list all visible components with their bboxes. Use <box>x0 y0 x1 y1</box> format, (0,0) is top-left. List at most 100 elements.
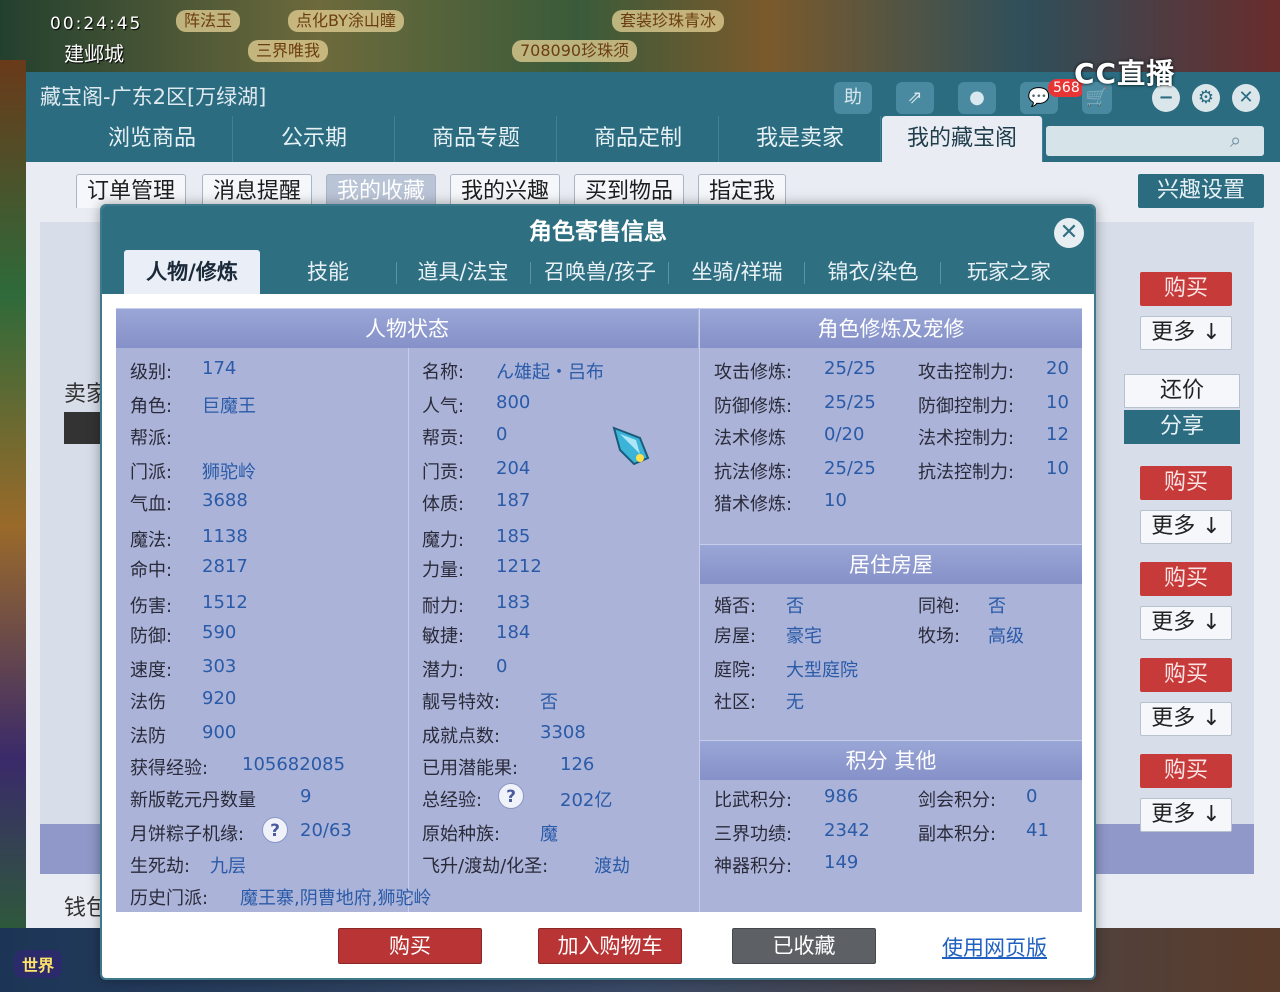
stat-value: 20/63 <box>300 820 352 841</box>
close-icon[interactable]: ✕ <box>1232 84 1260 112</box>
stat-value: 否 <box>540 692 558 713</box>
tab-skills[interactable]: 技能 <box>260 250 396 294</box>
help-icon[interactable]: ? <box>262 817 288 843</box>
help-button[interactable]: 助 <box>834 82 872 114</box>
stat-label: 新版乾元丹数量 <box>130 790 256 811</box>
subtab-assigned[interactable]: 指定我 <box>698 174 787 208</box>
stat-value: 无 <box>786 692 804 713</box>
record-icon[interactable]: ● <box>958 82 996 114</box>
stat-label: 猎术修炼: <box>714 494 793 515</box>
more-button[interactable]: 更多 ↓ <box>1140 606 1232 640</box>
tab-divider <box>940 262 941 284</box>
stat-value: 9 <box>300 786 312 807</box>
stat-value: 900 <box>202 722 237 743</box>
tab-divider <box>530 262 531 284</box>
more-button[interactable]: 更多 ↓ <box>1140 798 1232 832</box>
stat-label: 婚否: <box>714 596 757 617</box>
stat-label: 体质: <box>422 494 465 515</box>
world-chat-button[interactable]: 世界 <box>14 950 63 978</box>
stat-label: 原始种族: <box>422 824 501 845</box>
stat-label: 攻击修炼: <box>714 362 793 383</box>
stat-value: 204 <box>496 458 531 479</box>
subtab-messages[interactable]: 消息提醒 <box>202 174 313 208</box>
stat-row: 靓号特效: 否 <box>422 688 558 714</box>
buy-button[interactable]: 购买 <box>1140 466 1232 500</box>
web-version-link[interactable]: 使用网页版 <box>942 932 1047 962</box>
stat-value: 920 <box>202 688 237 709</box>
stat-label: 剑会积分: <box>918 790 997 811</box>
stat-label: 同袍: <box>918 596 961 617</box>
stat-value: 25/25 <box>824 458 876 479</box>
stat-label: 级别: <box>130 362 173 383</box>
stat-row: 速度: 303 <box>130 656 236 682</box>
tab-home[interactable]: 玩家之家 <box>942 250 1076 294</box>
stat-value: 3688 <box>202 490 248 511</box>
stat-label: 靓号特效: <box>422 692 501 713</box>
subtab-orders[interactable]: 订单管理 <box>76 174 187 208</box>
game-hud-chip: 三界唯我 <box>248 40 329 62</box>
tab-mounts[interactable]: 坐骑/祥瑞 <box>670 250 804 294</box>
nav-my-cbg[interactable]: 我的藏宝阁 <box>882 116 1043 162</box>
stat-value: 590 <box>202 622 237 643</box>
stat-row: 气血: 3688 <box>130 490 248 516</box>
cultivation-row: 防御修炼: 25/25 防御控制力: 10 <box>714 392 1069 418</box>
nav-custom[interactable]: 商品定制 <box>558 116 719 162</box>
more-button[interactable]: 更多 ↓ <box>1140 510 1232 544</box>
cultivation-row: 抗法修炼: 25/25 抗法控制力: 10 <box>714 458 1069 484</box>
stat-row: 已用潜能果: 126 <box>422 754 594 780</box>
stat-value: 187 <box>496 490 531 511</box>
stat-label: 门派: <box>130 462 173 483</box>
buy-button[interactable]: 购买 <box>1140 658 1232 692</box>
cultivation-row: 猎术修炼: 10 <box>714 490 847 516</box>
bargain-button[interactable]: 还价 <box>1124 374 1240 408</box>
search-icon[interactable]: ⌕ <box>1230 128 1241 152</box>
more-button[interactable]: 更多 ↓ <box>1140 702 1232 736</box>
stat-label: 成就点数: <box>422 726 501 747</box>
role-info-modal: 角色寄售信息 ✕ 人物/修炼 技能 道具/法宝 召唤兽/孩子 坐骑/祥瑞 锦衣/… <box>100 204 1096 980</box>
subtab-purchased[interactable]: 买到物品 <box>574 174 685 208</box>
tab-outfits[interactable]: 锦衣/染色 <box>806 250 940 294</box>
subtab-interests[interactable]: 我的兴趣 <box>450 174 561 208</box>
buy-button[interactable]: 购买 <box>1140 754 1232 788</box>
tab-summons[interactable]: 召唤兽/孩子 <box>532 250 668 294</box>
stat-value: 狮驼岭 <box>202 462 256 483</box>
subtab-favorites[interactable]: 我的收藏 <box>326 174 437 208</box>
stat-label: 牧场: <box>918 626 961 647</box>
add-to-cart-button[interactable]: 加入购物车 <box>538 928 682 964</box>
stat-row: 法伤 920 <box>130 688 236 714</box>
nav-topics[interactable]: 商品专题 <box>396 116 557 162</box>
stat-value: 3308 <box>540 722 586 743</box>
stat-label: 法防 <box>130 726 166 747</box>
buy-button[interactable]: 购买 <box>1140 272 1232 306</box>
tab-character[interactable]: 人物/修炼 <box>124 250 260 294</box>
stat-label: 社区: <box>714 692 757 713</box>
nav-browse[interactable]: 浏览商品 <box>72 116 233 162</box>
buy-button[interactable]: 购买 <box>1140 562 1232 596</box>
favorited-button[interactable]: 已收藏 <box>732 928 876 964</box>
cultivation-row: 攻击修炼: 25/25 攻击控制力: 20 <box>714 358 1069 384</box>
stat-label: 攻击控制力: <box>918 362 1015 383</box>
stat-row: 新版乾元丹数量 9 <box>130 786 311 812</box>
stat-row: 原始种族: 魔 <box>422 820 558 846</box>
stat-label: 庭院: <box>714 660 757 681</box>
more-button[interactable]: 更多 ↓ <box>1140 316 1232 350</box>
tab-items[interactable]: 道具/法宝 <box>398 250 528 294</box>
points-row: 比武积分: 986 剑会积分: 0 <box>714 786 1037 812</box>
settings-icon[interactable]: ⚙ <box>1192 84 1220 112</box>
close-icon[interactable]: ✕ <box>1054 218 1084 248</box>
nav-seller[interactable]: 我是卖家 <box>720 116 881 162</box>
interest-settings-button[interactable]: 兴趣设置 <box>1138 174 1264 208</box>
stat-label: 人气: <box>422 396 465 417</box>
modal-buy-button[interactable]: 购买 <box>338 928 482 964</box>
share-icon[interactable]: ⇗ <box>896 82 934 114</box>
stat-value: 魔王寨,阴曹地府,狮驼岭 <box>240 888 432 909</box>
stat-value: 0 <box>496 656 508 677</box>
game-clock: 00:24:45 <box>50 14 143 34</box>
share-button[interactable]: 分享 <box>1124 410 1240 444</box>
stat-value: 126 <box>560 754 595 775</box>
stat-label: 敏捷: <box>422 626 465 647</box>
help-icon[interactable]: ? <box>498 783 524 809</box>
nav-public[interactable]: 公示期 <box>234 116 395 162</box>
stat-row: 伤害: 1512 <box>130 592 248 618</box>
points-row: 三界功绩: 2342 副本积分: 41 <box>714 820 1049 846</box>
